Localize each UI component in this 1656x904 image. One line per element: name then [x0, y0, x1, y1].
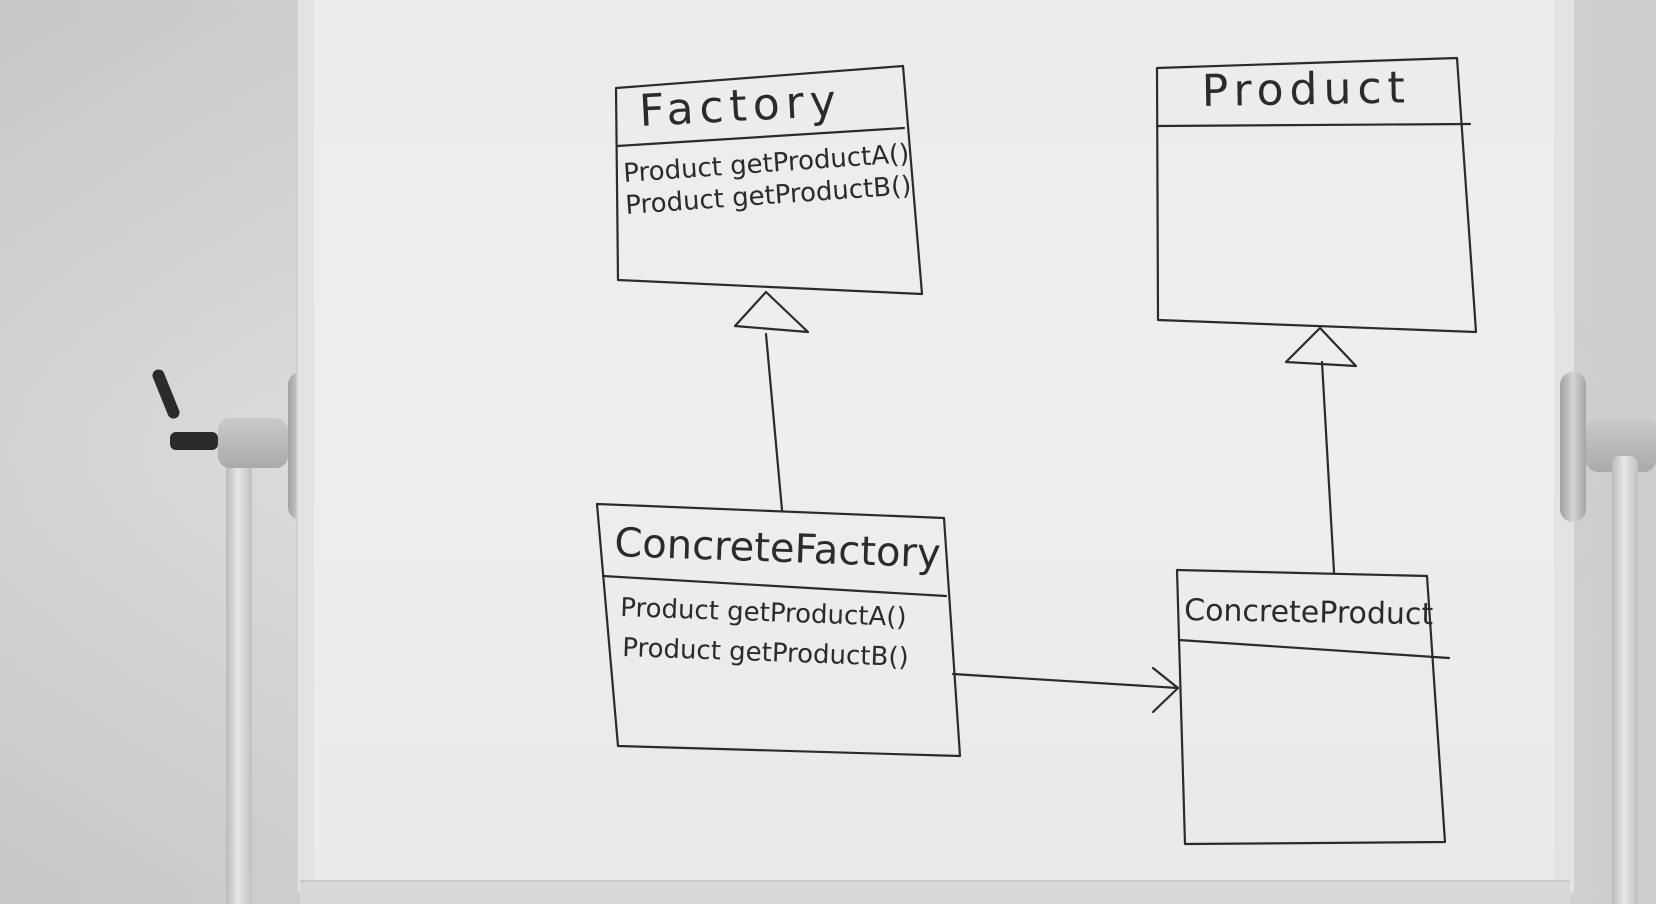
uml-diagram: Factory Product getProductA() Product ge…	[595, 56, 1478, 846]
concrete-product-class-name: ConcreteProduct	[1184, 593, 1434, 632]
association-arrowhead	[1151, 666, 1180, 714]
concrete-factory-method-b: Product getProductB()	[622, 633, 909, 673]
factory-inheritance-line	[764, 332, 784, 512]
concrete-factory-method-a: Product getProductA()	[620, 593, 907, 633]
whiteboard-scene: Factory Product getProductA() Product ge…	[0, 0, 1656, 904]
product-inheritance-triangle	[1284, 326, 1358, 368]
concrete-factory-class-name: ConcreteFactory	[614, 520, 942, 577]
product-class-divider	[1155, 122, 1472, 128]
factory-inheritance-triangle	[733, 290, 810, 334]
association-line	[951, 672, 1180, 690]
concrete-product-class-divider	[1177, 638, 1451, 660]
product-class-name: Product	[1201, 62, 1411, 117]
concrete-factory-class-divider	[601, 574, 948, 598]
factory-class-name: Factory	[638, 75, 843, 137]
product-inheritance-line	[1320, 360, 1336, 574]
